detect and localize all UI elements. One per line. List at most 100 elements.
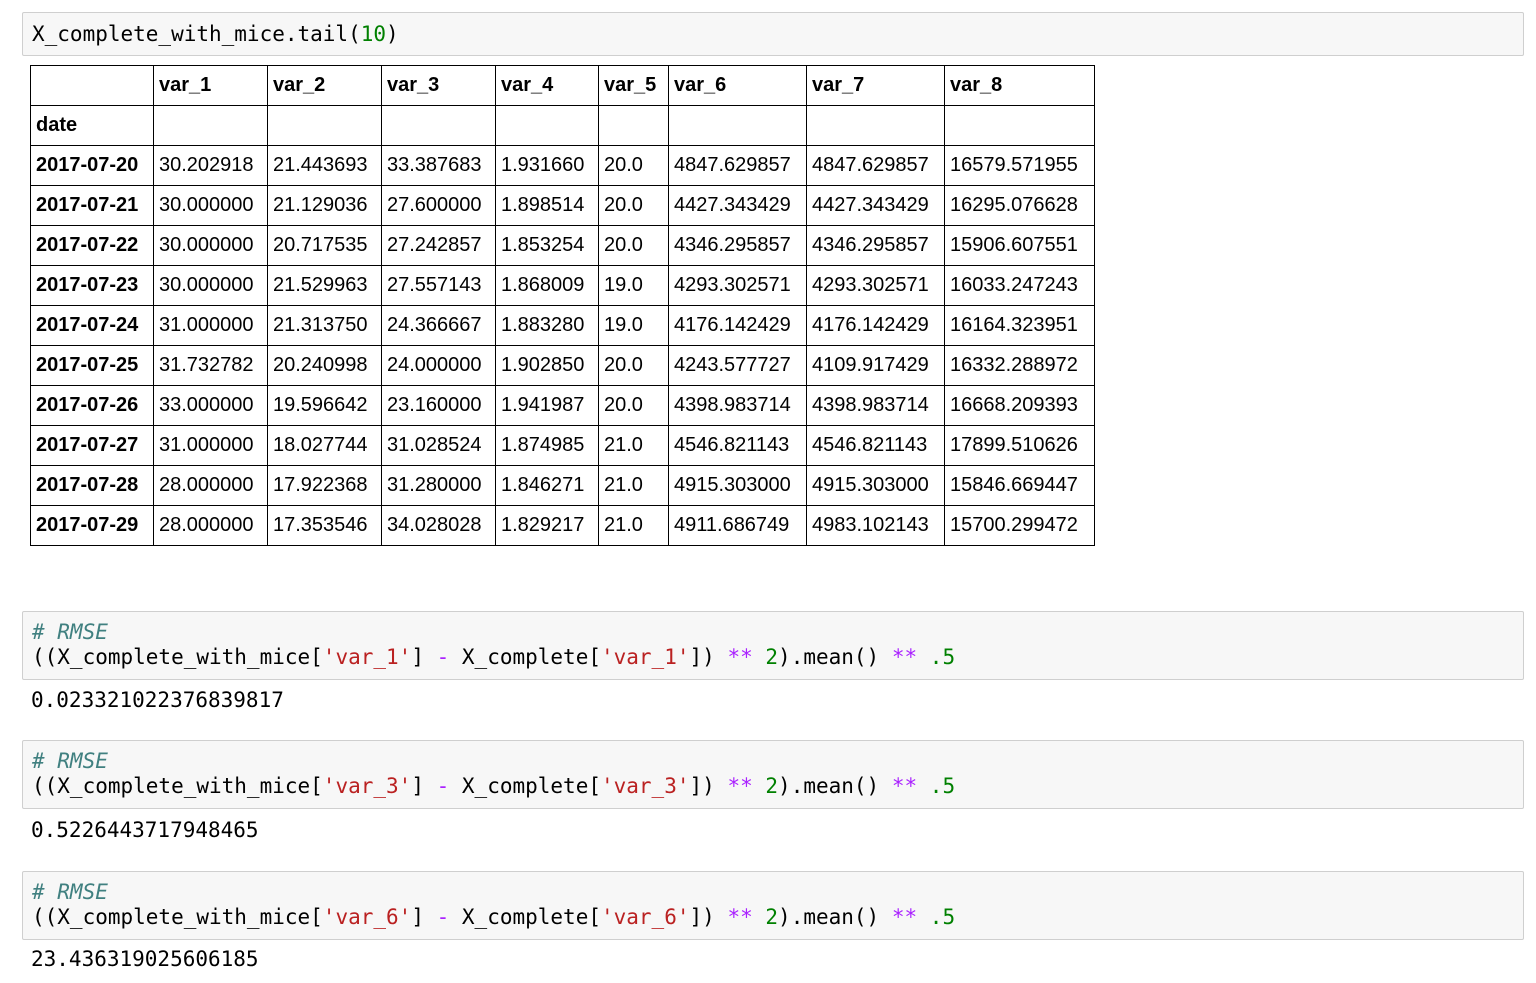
table-cell: 31.000000	[153, 305, 268, 346]
code-text: ).mean()	[778, 774, 892, 798]
row-index: 2017-07-23	[30, 265, 154, 306]
code-text: X_complete[	[449, 905, 601, 929]
code-line: ((X_complete_with_mice['var_3'] - X_comp…	[23, 774, 1523, 799]
table-cell: 4546.821143	[806, 425, 945, 466]
table-cell: 15700.299472	[944, 505, 1095, 546]
code-text: X_complete_with_mice.tail(	[32, 22, 361, 46]
table-cell: 30.000000	[153, 265, 268, 306]
table-cell: 16579.571955	[944, 145, 1095, 186]
index-name: date	[30, 105, 154, 146]
column-header: var_4	[495, 65, 599, 106]
table-cell: 30.000000	[153, 225, 268, 266]
table-cell: 27.600000	[381, 185, 496, 226]
table-cell: 16033.247243	[944, 265, 1095, 306]
column-header: var_2	[267, 65, 382, 106]
table-row: 2017-07-24 31.000000 21.313750 24.366667…	[30, 305, 1095, 346]
code-text: ((X_complete_with_mice[	[32, 905, 323, 929]
code-number: .5	[929, 645, 956, 669]
table-cell: 1.902850	[495, 345, 599, 386]
table-cell: 31.280000	[381, 465, 496, 506]
table-cell: 4243.577727	[668, 345, 807, 386]
table-cell: 1.883280	[495, 305, 599, 346]
table-cell: 19.0	[598, 305, 669, 346]
table-row: 2017-07-26 33.000000 19.596642 23.160000…	[30, 385, 1095, 426]
row-index: 2017-07-28	[30, 465, 154, 506]
column-header: var_7	[806, 65, 945, 106]
table-cell: 4427.343429	[668, 185, 807, 226]
table-cell: 23.160000	[381, 385, 496, 426]
table-cell: 31.028524	[381, 425, 496, 466]
code-operator: -	[436, 645, 450, 669]
row-index: 2017-07-22	[30, 225, 154, 266]
row-index: 2017-07-24	[30, 305, 154, 346]
code-text: X_complete[	[449, 774, 601, 798]
table-cell: 4176.142429	[668, 305, 807, 346]
table-cell: 19.0	[598, 265, 669, 306]
code-text: ]	[411, 905, 437, 929]
code-text: ])	[689, 905, 728, 929]
code-operator: **	[891, 645, 918, 669]
table-cell: 4983.102143	[806, 505, 945, 546]
table-cell: 21.0	[598, 505, 669, 546]
code-string: 'var_1'	[600, 645, 690, 669]
code-comment: # RMSE	[32, 620, 108, 644]
empty-cell	[153, 105, 268, 146]
column-header: var_8	[944, 65, 1095, 106]
table-cell: 4847.629857	[668, 145, 807, 186]
row-index: 2017-07-25	[30, 345, 154, 386]
code-text: )	[386, 22, 399, 46]
code-comment: # RMSE	[32, 880, 108, 904]
code-operator: -	[436, 905, 450, 929]
code-string: 'var_3'	[322, 774, 412, 798]
table-cell: 4915.303000	[668, 465, 807, 506]
table-cell: 16332.288972	[944, 345, 1095, 386]
code-text: ])	[689, 645, 728, 669]
code-cell-rmse-var3[interactable]: # RMSE ((X_complete_with_mice['var_3'] -…	[22, 740, 1524, 809]
code-cell-rmse-var1[interactable]: # RMSE ((X_complete_with_mice['var_1'] -…	[22, 611, 1524, 680]
dataframe-table: var_1 var_2 var_3 var_4 var_5 var_6 var_…	[30, 65, 1095, 546]
table-row: 2017-07-20 30.202918 21.443693 33.387683…	[30, 145, 1095, 186]
table-cell: 30.202918	[153, 145, 268, 186]
row-index: 2017-07-29	[30, 505, 154, 546]
table-row: 2017-07-22 30.000000 20.717535 27.242857…	[30, 225, 1095, 266]
empty-cell	[495, 105, 599, 146]
table-cell: 1.941987	[495, 385, 599, 426]
table-cell: 1.846271	[495, 465, 599, 506]
table-cell: 17.353546	[267, 505, 382, 546]
table-cell: 4398.983714	[668, 385, 807, 426]
code-text: ]	[411, 774, 437, 798]
code-string: 'var_6'	[600, 905, 690, 929]
table-cell: 28.000000	[153, 505, 268, 546]
row-index: 2017-07-27	[30, 425, 154, 466]
table-cell: 28.000000	[153, 465, 268, 506]
table-cell: 20.0	[598, 225, 669, 266]
code-number: 2	[765, 905, 779, 929]
code-operator: **	[727, 774, 753, 798]
code-line: X_complete_with_mice.tail(10)	[23, 22, 1523, 47]
corner-cell	[30, 65, 154, 106]
table-cell: 17.922368	[267, 465, 382, 506]
table-cell: 20.240998	[267, 345, 382, 386]
code-text: ((X_complete_with_mice[	[32, 645, 323, 669]
table-cell: 4546.821143	[668, 425, 807, 466]
code-cell-tail[interactable]: X_complete_with_mice.tail(10)	[22, 12, 1524, 56]
empty-cell	[267, 105, 382, 146]
table-cell: 4847.629857	[806, 145, 945, 186]
code-number: .5	[929, 774, 956, 798]
cell-output: 0.023321022376839817	[31, 688, 284, 712]
code-string: 'var_6'	[322, 905, 412, 929]
index-name-row: date	[30, 105, 1095, 146]
column-header: var_6	[668, 65, 807, 106]
table-cell: 27.557143	[381, 265, 496, 306]
empty-cell	[806, 105, 945, 146]
table-row: 2017-07-27 31.000000 18.027744 31.028524…	[30, 425, 1095, 466]
table-cell: 21.529963	[267, 265, 382, 306]
code-cell-rmse-var6[interactable]: # RMSE ((X_complete_with_mice['var_6'] -…	[22, 871, 1524, 940]
code-number: 2	[765, 774, 779, 798]
code-text: ).mean()	[778, 905, 892, 929]
table-cell: 4346.295857	[806, 225, 945, 266]
table-cell: 16164.323951	[944, 305, 1095, 346]
table-cell: 4176.142429	[806, 305, 945, 346]
